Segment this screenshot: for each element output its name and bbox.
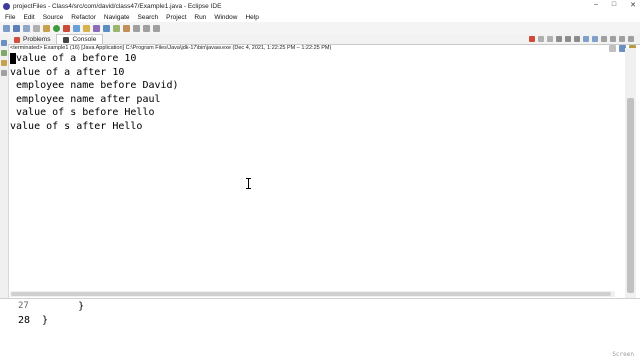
console-launch-status: <terminated> Example1 (16) [Java Applica… [10, 45, 332, 51]
tab-problems[interactable]: Problems [8, 35, 56, 44]
menu-run[interactable]: Run [194, 14, 206, 21]
maximize-view-icon[interactable] [628, 36, 634, 42]
console-icon [63, 36, 70, 43]
save-icon[interactable] [13, 24, 20, 32]
outline-icon[interactable] [1, 50, 7, 56]
code-line: } [36, 315, 49, 326]
code-line: } [36, 301, 85, 312]
new-class-icon[interactable] [93, 24, 100, 32]
mouse-ibeam-cursor [246, 178, 251, 189]
scrollbar-thumb[interactable] [11, 292, 611, 296]
left-trim-stack [0, 34, 9, 334]
minimize-view-icon[interactable] [619, 36, 625, 42]
console-line: value of s after Hello [10, 120, 143, 132]
line-number: 27 [18, 301, 29, 311]
console-line: employee name before David) [10, 80, 179, 91]
scroll-lock-icon[interactable] [565, 36, 571, 42]
minimize-icon[interactable]: – [594, 1, 598, 9]
debug-icon[interactable] [43, 24, 50, 32]
pin-console-icon[interactable] [583, 36, 589, 42]
close-icon[interactable]: ✕ [630, 1, 636, 9]
console-vertical-scrollbar[interactable] [625, 48, 636, 298]
print-icon[interactable] [33, 24, 40, 32]
menu-help[interactable]: Help [245, 14, 258, 21]
problems-icon [14, 36, 20, 43]
open-console-icon[interactable] [601, 36, 607, 42]
window-title: projectFiles - Class4/src/com/david/clas… [13, 2, 222, 10]
remove-launch-icon[interactable] [538, 36, 544, 42]
restore-icon[interactable] [1, 70, 7, 76]
line-number: 28 [18, 315, 31, 326]
window-controls: – □ ✕ [594, 1, 636, 9]
external-tools-icon[interactable] [83, 24, 90, 32]
watermark: Screen [612, 351, 634, 358]
save-all-icon[interactable] [23, 24, 30, 32]
console-line: value of s before Hello [10, 107, 155, 118]
display-console-icon[interactable] [592, 36, 598, 42]
forward-icon[interactable] [153, 24, 160, 32]
menu-search[interactable]: Search [138, 14, 159, 21]
menu-file[interactable]: File [5, 14, 15, 21]
tab-console[interactable]: Console [56, 34, 104, 44]
menu-refactor[interactable]: Refactor [71, 14, 96, 21]
word-wrap-icon[interactable] [574, 36, 580, 42]
task-list-icon[interactable] [1, 60, 7, 66]
window-titlebar: projectFiles - Class4/src/com/david/clas… [0, 0, 640, 12]
tab-console-label: Console [72, 36, 97, 43]
stop-icon[interactable] [63, 24, 70, 32]
code-editor[interactable]: 27 } 28 } Screen [0, 298, 640, 361]
remove-all-icon[interactable] [547, 36, 553, 42]
coverage-icon[interactable] [73, 24, 80, 32]
prev-annotation-icon[interactable] [133, 24, 140, 32]
main-toolbar [0, 22, 640, 52]
menu-project[interactable]: Project [166, 14, 186, 21]
terminate-icon[interactable] [529, 36, 535, 42]
console-output[interactable]: value of a before 10 value of a after 10… [10, 52, 610, 297]
new-icon[interactable] [3, 24, 10, 32]
open-type-icon[interactable] [103, 24, 110, 32]
run-icon[interactable] [53, 24, 60, 32]
menu-navigate[interactable]: Navigate [104, 14, 130, 21]
menu-source[interactable]: Source [43, 14, 64, 21]
view-menu-icon[interactable] [610, 36, 616, 42]
annotation-icon[interactable] [123, 24, 130, 32]
open-perspective-icon[interactable] [609, 45, 616, 52]
menu-window[interactable]: Window [214, 14, 237, 21]
console-view-toolbar [529, 36, 634, 42]
search-icon[interactable] [113, 24, 120, 32]
console-horizontal-scrollbar[interactable] [10, 291, 615, 297]
clear-console-icon[interactable] [556, 36, 562, 42]
back-icon[interactable] [143, 24, 150, 32]
package-explorer-icon[interactable] [1, 40, 7, 46]
console-line: value of a after 10 [10, 66, 125, 78]
console-line: employee name after paul [10, 93, 161, 105]
menu-edit[interactable]: Edit [23, 14, 34, 21]
eclipse-icon [3, 2, 10, 10]
console-line: value of a before 10 [10, 52, 610, 66]
scrollbar-thumb[interactable] [627, 98, 634, 293]
menu-bar: File Edit Source Refactor Navigate Searc… [0, 12, 640, 22]
maximize-icon[interactable]: □ [612, 1, 616, 9]
tab-problems-label: Problems [23, 36, 51, 43]
